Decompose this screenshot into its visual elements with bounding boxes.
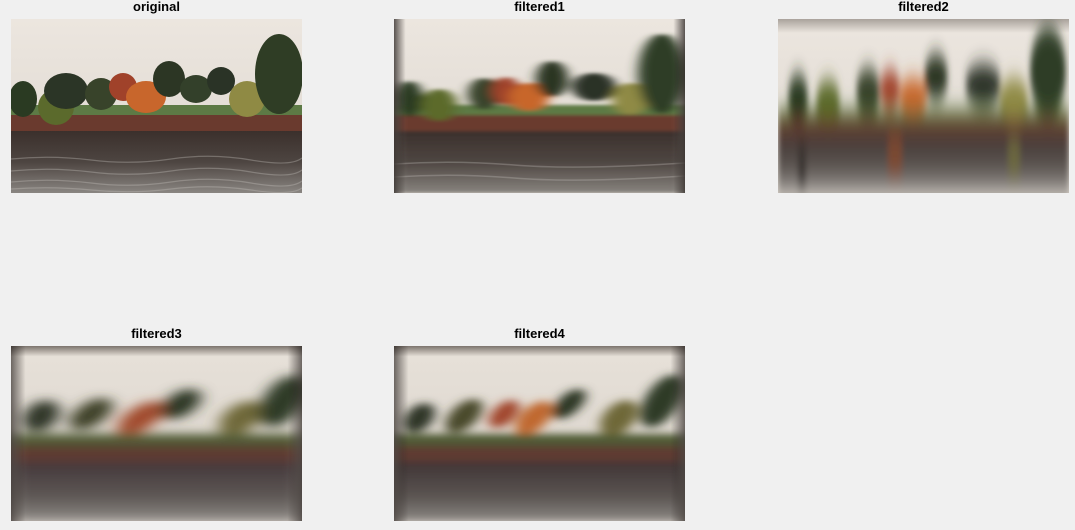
original-image [11,19,302,193]
filtered2-image [778,19,1069,193]
panel-title: filtered1 [514,0,565,14]
filtered4-image [394,346,685,521]
filtered1-image [394,19,685,193]
panel-title: filtered4 [514,326,565,341]
panel-title: filtered2 [898,0,949,14]
filtered3-image [11,346,302,521]
panel-title: filtered3 [131,326,182,341]
panel-title: original [133,0,180,14]
